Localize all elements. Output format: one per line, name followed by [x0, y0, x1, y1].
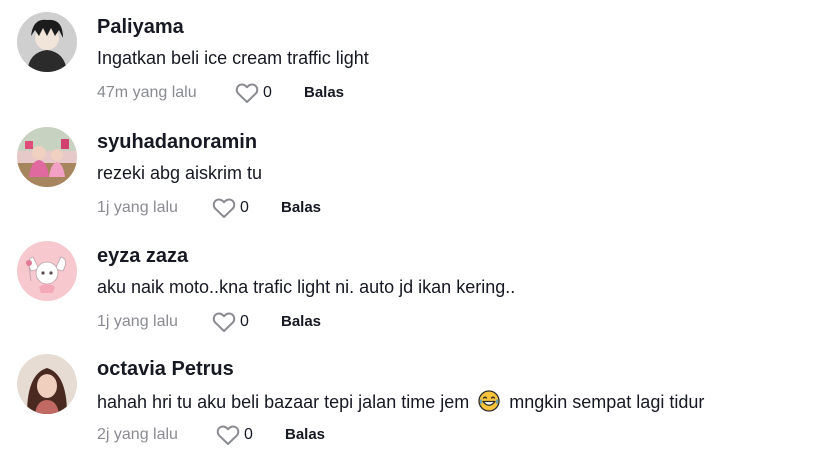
comment-text: hahah hri tu aku beli bazaar tepi jalan … [97, 390, 704, 413]
comment-text: Ingatkan beli ice cream traffic light [97, 48, 369, 68]
avatar[interactable] [17, 12, 77, 72]
username[interactable]: octavia Petrus [97, 358, 234, 381]
comment-item: Paliyama Ingatkan beli ice cream traffic… [0, 4, 820, 116]
timestamp: 1j yang lalu [97, 199, 178, 216]
avatar[interactable] [17, 354, 77, 414]
username[interactable]: eyza zaza [97, 245, 188, 268]
avatar-image [17, 127, 77, 187]
comment-meta: 2j yang lalu 0 Balas [97, 424, 797, 446]
timestamp: 1j yang lalu [97, 313, 178, 330]
like-count: 0 [240, 313, 249, 330]
comment-text-part: hahah hri tu aku beli bazaar tepi jalan … [97, 392, 470, 412]
comment-meta: 1j yang lalu 0 Balas [97, 197, 797, 219]
heart-outline-icon [212, 198, 236, 218]
like-count: 0 [240, 199, 249, 216]
comment-meta: 47m yang lalu 0 Balas [97, 82, 797, 104]
comment-text: aku naik moto..kna trafic light ni. auto… [97, 277, 516, 297]
comment-text: rezeki abg aiskrim tu [97, 163, 263, 183]
reply-button[interactable]: Balas [304, 84, 344, 101]
heart-outline-icon [216, 425, 240, 445]
avatar-image [17, 241, 77, 301]
like-count: 0 [244, 426, 253, 443]
avatar-image [17, 12, 77, 72]
laughing-emoji-icon [478, 390, 500, 412]
avatar[interactable] [17, 241, 77, 301]
avatar-image [17, 354, 77, 414]
reply-button[interactable]: Balas [285, 426, 325, 443]
username[interactable]: syuhadanoramin [97, 131, 257, 154]
like-count: 0 [263, 84, 272, 101]
comment-item: syuhadanoramin rezeki abg aiskrim tu 1j … [0, 119, 820, 231]
reply-button[interactable]: Balas [281, 313, 321, 330]
comment-meta: 1j yang lalu 0 Balas [97, 311, 797, 333]
timestamp: 47m yang lalu [97, 84, 197, 101]
reply-button[interactable]: Balas [281, 199, 321, 216]
avatar[interactable] [17, 127, 77, 187]
timestamp: 2j yang lalu [97, 426, 178, 443]
username[interactable]: Paliyama [97, 16, 184, 39]
comment-text-part: mngkin sempat lagi tidur [509, 392, 705, 412]
comment-item: eyza zaza aku naik moto..kna trafic ligh… [0, 233, 820, 345]
heart-outline-icon [235, 83, 259, 103]
comment-item: octavia Petrus hahah hri tu aku beli baz… [0, 346, 820, 458]
heart-outline-icon [212, 312, 236, 332]
